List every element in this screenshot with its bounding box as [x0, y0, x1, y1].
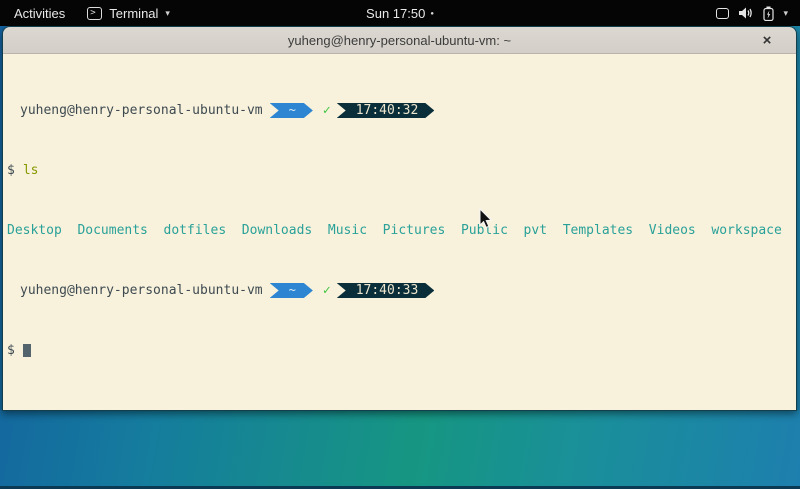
check-icon: ✓ — [323, 283, 331, 298]
screen-icon — [716, 8, 729, 19]
prompt-line: yuheng@henry-personal-ubuntu-vm ~ ✓ 17:4… — [7, 103, 792, 118]
app-menu-label: Terminal — [109, 6, 158, 21]
prompt-user-host: yuheng@henry-personal-ubuntu-vm — [20, 103, 263, 118]
terminal-cursor — [23, 344, 31, 357]
system-status-area[interactable]: ▾ — [716, 6, 800, 21]
prompt-path-segment: ~ — [270, 103, 313, 118]
app-menu-terminal[interactable]: > Terminal ▾ — [87, 6, 170, 21]
prompt-symbol: $ — [7, 163, 15, 178]
typed-command: ls — [23, 163, 39, 178]
battery-charging-icon — [763, 6, 774, 21]
chevron-down-icon: ▾ — [783, 8, 788, 19]
terminal-content[interactable]: yuheng@henry-personal-ubuntu-vm ~ ✓ 17:4… — [3, 54, 796, 410]
prompt-time-segment: 17:40:32 — [337, 103, 435, 118]
terminal-window: yuheng@henry-personal-ubuntu-vm: ~ × yuh… — [2, 26, 797, 411]
prompt-time-segment: 17:40:33 — [337, 283, 435, 298]
notification-dot-icon: ● — [430, 11, 434, 17]
mouse-cursor-icon — [479, 208, 494, 230]
prompt-path-segment: ~ — [270, 283, 313, 298]
window-title: yuheng@henry-personal-ubuntu-vm: ~ — [288, 33, 511, 48]
close-button[interactable]: × — [758, 31, 776, 49]
prompt-symbol: $ — [7, 343, 15, 358]
prompt-user-host: yuheng@henry-personal-ubuntu-vm — [20, 283, 263, 298]
terminal-icon: > — [87, 7, 102, 20]
volume-icon — [738, 6, 754, 20]
window-titlebar[interactable]: yuheng@henry-personal-ubuntu-vm: ~ × — [3, 27, 796, 54]
clock[interactable]: Sun 17:50 — [366, 6, 425, 21]
current-input-line: $ — [7, 343, 792, 358]
check-icon: ✓ — [323, 103, 331, 118]
activities-button[interactable]: Activities — [10, 6, 69, 21]
chevron-down-icon: ▾ — [165, 8, 170, 19]
prompt-line: yuheng@henry-personal-ubuntu-vm ~ ✓ 17:4… — [7, 283, 792, 298]
command-line: $ ls — [7, 163, 792, 178]
ls-output-line: Desktop Documents dotfiles Downloads Mus… — [7, 223, 792, 238]
top-bar: Activities > Terminal ▾ Sun 17:50 ● ▾ — [0, 0, 800, 26]
